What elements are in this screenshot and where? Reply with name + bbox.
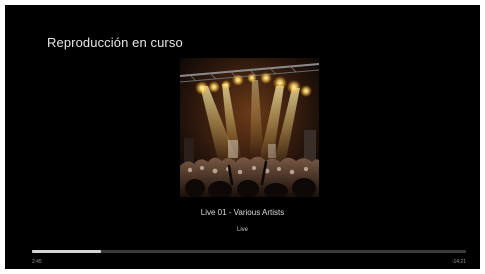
track-title: Live 01 - Various Artists xyxy=(200,208,285,217)
elapsed-time: 2:45 xyxy=(32,259,42,265)
concert-stage-lights-image xyxy=(180,58,319,197)
playback-progress-bar[interactable] xyxy=(32,250,466,253)
page-title: Reproducción en curso xyxy=(47,35,183,50)
playback-progress-fill xyxy=(32,250,102,253)
now-playing-screen: Reproducción en curso Live 01 - Various … xyxy=(5,5,480,269)
remaining-time: -14:21 xyxy=(451,259,466,265)
track-subtitle: Live xyxy=(236,227,248,233)
album-artwork xyxy=(180,58,319,197)
